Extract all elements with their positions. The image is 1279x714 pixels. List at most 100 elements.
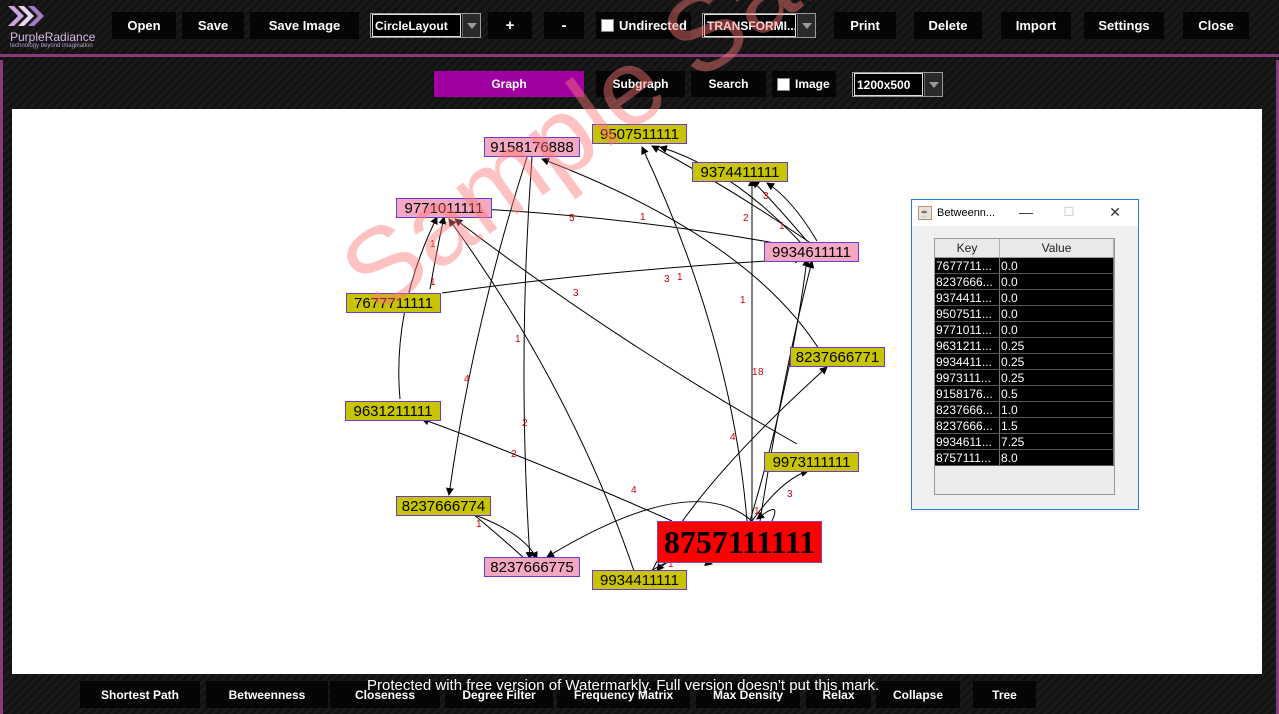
table-row[interactable]: 9771011... 0.0: [935, 322, 1114, 338]
maximize-icon[interactable]: ☐: [1055, 205, 1083, 219]
graph-node[interactable]: 9973111111: [764, 452, 859, 472]
graph-node[interactable]: 9771011111: [396, 198, 492, 218]
graph-node[interactable]: 9934411111: [592, 570, 687, 590]
table-row[interactable]: 9631211... 0.25: [935, 338, 1114, 354]
betweenness-button[interactable]: Betweenness: [206, 681, 328, 708]
tab-graph[interactable]: Graph: [434, 71, 584, 97]
edge-weight-label: 3: [787, 489, 793, 500]
table-row[interactable]: 8237666... 1.5: [935, 418, 1114, 434]
edge-weight-label: 1: [740, 295, 746, 306]
edge-weight-label: 2: [522, 418, 528, 429]
tab-search[interactable]: Search: [691, 71, 766, 97]
checkbox-box[interactable]: [777, 77, 790, 91]
dialog-title: Betweenn...: [937, 207, 996, 219]
import-button[interactable]: Import: [1001, 12, 1071, 39]
graph-edge: [641, 146, 748, 522]
chevron-down-icon[interactable]: [462, 14, 480, 37]
graph-node-selected[interactable]: 8757111111: [657, 521, 822, 563]
layout-select-value: CircleLayout: [372, 14, 461, 37]
table-cell-key: 8237666...: [935, 418, 1000, 433]
graph-node[interactable]: 9507511111: [592, 124, 687, 144]
graph-node[interactable]: 9631211111: [345, 401, 441, 421]
mode-select-value: TRANSFORMI...: [704, 14, 796, 37]
edge-weight-label: 3: [664, 274, 670, 285]
column-header-value[interactable]: Value: [1000, 239, 1114, 257]
image-checkbox[interactable]: Image: [772, 71, 836, 97]
chevron-down-icon[interactable]: [924, 73, 942, 96]
table-cell-key: 9771011...: [935, 322, 1000, 337]
table-cell-value: 8.0: [1000, 450, 1114, 465]
table-cell-value: 7.25: [1000, 434, 1114, 449]
size-select[interactable]: 1200x500: [852, 72, 943, 97]
zoom-in-button[interactable]: +: [488, 12, 532, 39]
table-row[interactable]: 9934411... 0.25: [935, 354, 1114, 370]
table-row[interactable]: 8237666... 1.0: [935, 402, 1114, 418]
table-cell-value: 0.25: [1000, 370, 1114, 385]
image-label: Image: [795, 77, 830, 91]
logo-tagline: technology beyond imagination: [10, 43, 93, 49]
open-button[interactable]: Open: [112, 12, 176, 39]
tab-subgraph[interactable]: Subgraph: [596, 71, 685, 97]
table-row[interactable]: 9158176... 0.5: [935, 386, 1114, 402]
edge-weight-label: 3: [573, 288, 579, 299]
analysis-toolbar: Shortest Path Betweenness Closeness Degr…: [0, 676, 1279, 714]
minimize-icon[interactable]: —: [1012, 204, 1040, 220]
betweenness-table[interactable]: Key Value 7677711... 0.0 8237666... 0.0 9374…: [934, 238, 1115, 495]
table-row[interactable]: 8757111... 8.0: [935, 450, 1114, 466]
table-cell-key: 9507511...: [935, 306, 1000, 321]
graph-node[interactable]: 9374411111: [692, 162, 788, 182]
column-header-key[interactable]: Key: [935, 239, 1000, 257]
mode-select[interactable]: TRANSFORMI...: [702, 13, 816, 38]
max-density-button[interactable]: Max Density: [696, 681, 800, 708]
table-row[interactable]: 7677711... 0.0: [935, 258, 1114, 274]
degree-filter-button[interactable]: Degree Filter: [445, 681, 553, 708]
logo-chevron-icon: [8, 6, 44, 26]
table-cell-value: 1.0: [1000, 402, 1114, 417]
top-toolbar: PurpleRadiance technology beyond imagina…: [0, 0, 1279, 57]
graph-node[interactable]: 8237666771: [790, 347, 885, 367]
closeness-button[interactable]: Closeness: [330, 681, 440, 708]
table-row[interactable]: 9973111... 0.25: [935, 370, 1114, 386]
settings-button[interactable]: Settings: [1084, 12, 1164, 39]
table-row[interactable]: 9507511... 0.0: [935, 306, 1114, 322]
view-toolbar: Graph Subgraph Search Image 1200x500: [0, 62, 1279, 108]
zoom-out-button[interactable]: -: [544, 12, 584, 39]
delete-button[interactable]: Delete: [914, 12, 982, 39]
logo-name: PurpleRadiance: [10, 30, 96, 44]
table-cell-value: 0.0: [1000, 274, 1114, 289]
graph-node[interactable]: 8237666775: [484, 557, 580, 577]
print-button[interactable]: Print: [834, 12, 896, 39]
close-icon[interactable]: ✕: [1101, 204, 1129, 221]
save-button[interactable]: Save: [182, 12, 244, 39]
save-image-button[interactable]: Save Image: [250, 12, 359, 39]
collapse-button[interactable]: Collapse: [876, 681, 960, 708]
table-cell-value: 1.5: [1000, 418, 1114, 433]
dialog-titlebar[interactable]: ☕ Betweenn... — ☐ ✕: [912, 200, 1138, 226]
graph-node[interactable]: 7677711111: [346, 293, 441, 313]
checkbox-box[interactable]: [601, 19, 614, 32]
graph-node[interactable]: 8237666774: [396, 496, 491, 516]
graph-node[interactable]: 9934611111: [764, 242, 859, 262]
tree-button[interactable]: Tree: [973, 681, 1036, 708]
graph-node[interactable]: 9158176888: [484, 137, 580, 157]
edge-weight-label: 5: [569, 213, 575, 224]
close-button[interactable]: Close: [1183, 12, 1249, 39]
table-cell-value: 0.25: [1000, 354, 1114, 369]
table-row[interactable]: 9374411... 0.0: [935, 290, 1114, 306]
table-cell-key: 9374411...: [935, 290, 1000, 305]
table-row[interactable]: 9934611... 7.25: [935, 434, 1114, 450]
table-cell-value: 0.0: [1000, 322, 1114, 337]
undirected-checkbox[interactable]: Undirected: [596, 12, 691, 39]
relax-button[interactable]: Relax: [806, 681, 871, 708]
frequency-matrix-button[interactable]: Frequency Matrix: [557, 681, 690, 708]
layout-select[interactable]: CircleLayout: [370, 13, 481, 38]
table-cell-key: 9158176...: [935, 386, 1000, 401]
betweenness-dialog[interactable]: ☕ Betweenn... — ☐ ✕ Key Value 7677711...…: [911, 199, 1139, 510]
table-cell-key: 9934611...: [935, 434, 1000, 449]
shortest-path-button[interactable]: Shortest Path: [80, 681, 200, 708]
edge-weight-label: 1: [430, 239, 436, 250]
table-row[interactable]: 8237666... 0.0: [935, 274, 1114, 290]
chevron-down-icon[interactable]: [797, 14, 815, 37]
graph-edge: [751, 469, 809, 522]
table-cell-key: 9973111...: [935, 370, 1000, 385]
